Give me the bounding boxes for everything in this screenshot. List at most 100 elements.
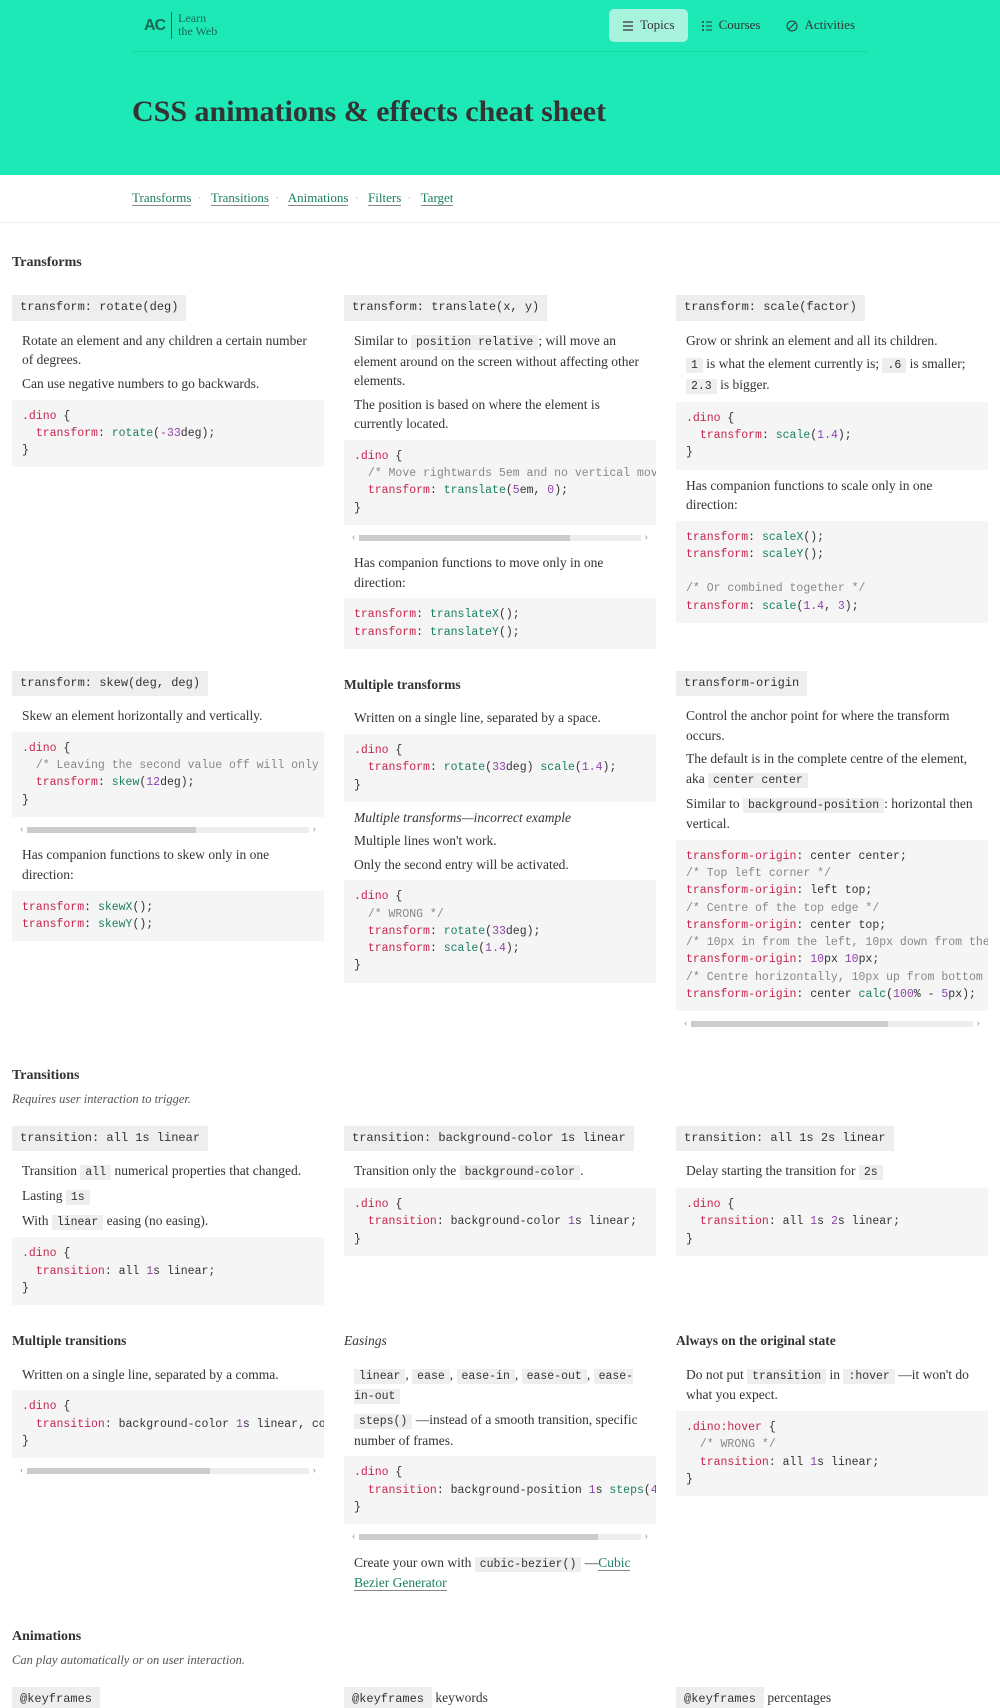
transitions-grid: transition: all 1s linear Transition all…: [12, 1126, 988, 1597]
card-desc: Written on a single line, separated by a…: [22, 1365, 314, 1385]
card-desc: Similar to background-position: horizont…: [686, 794, 978, 834]
card-desc: linear, ease, ease-in, ease-out, ease-in…: [354, 1365, 646, 1406]
card-title: Multiple transitions: [12, 1327, 134, 1355]
code-block: .dino { transition: all 1s linear; }: [12, 1237, 324, 1305]
circle-slash-icon: [786, 19, 798, 31]
section-animations-sub: Can play automatically or on user intera…: [12, 1651, 988, 1669]
toc: Transforms· Transitions· Animations· Fil…: [0, 175, 1000, 223]
code-block[interactable]: .dino { /* Leaving the second value off …: [12, 732, 324, 817]
code-block: .dino { /* WRONG */ transform: rotate(33…: [344, 880, 656, 982]
card-title: transform: rotate(deg): [12, 295, 186, 320]
nav-courses[interactable]: Courses: [688, 9, 774, 42]
card-title: Easings: [344, 1327, 395, 1355]
card-desc: Do not put transition in :hover —it won'…: [686, 1365, 978, 1405]
card-desc: Written on a single line, separated by a…: [354, 708, 646, 728]
card-desc: Similar to position relative; will move …: [354, 331, 646, 391]
page-title: CSS animations & effects cheat sheet: [132, 52, 868, 176]
card-translate: transform: translate(x, y) Similar to po…: [344, 295, 656, 654]
menu-icon: [622, 19, 634, 31]
nav-activities[interactable]: Activities: [773, 9, 868, 42]
toc-target[interactable]: Target: [421, 190, 454, 206]
card-title: transform: translate(x, y): [344, 295, 547, 320]
card-desc: The position is based on where the eleme…: [354, 395, 646, 434]
code-block: .dino { transform: rotate(33deg) scale(1…: [344, 734, 656, 802]
card-desc: Create your own with cubic-bezier() —Cub…: [354, 1553, 646, 1593]
code-block[interactable]: .dino { transition: background-position …: [344, 1456, 656, 1524]
card-title: transition: background-color 1s linear: [344, 1126, 634, 1151]
card-desc: Has companion functions to skew only in …: [22, 845, 314, 884]
code-block: .dino { transition: background-color 1s …: [344, 1188, 656, 1256]
code-block: transform: skewX(); transform: skewY();: [12, 891, 324, 942]
card-desc: Only the second entry will be activated.: [354, 855, 646, 875]
card-desc: 1 is what the element currently is; .6 i…: [686, 354, 978, 395]
code-block: .dino:hover { /* WRONG */ transition: al…: [676, 1411, 988, 1496]
card-transition-bg: transition: background-color 1s linear T…: [344, 1126, 656, 1262]
card-desc: Grow or shrink an element and all its ch…: [686, 331, 978, 351]
card-skew: transform: skew(deg, deg) Skew an elemen…: [12, 671, 324, 947]
card-transition-all: transition: all 1s linear Transition all…: [12, 1126, 324, 1311]
section-animations-heading: Animations: [12, 1597, 988, 1651]
card-multiple-transforms: Multiple transforms Written on a single …: [344, 671, 656, 989]
top-nav: AC Learn the Web Topics Courses Activit: [132, 0, 868, 52]
toc-transitions[interactable]: Transitions: [211, 190, 269, 206]
card-desc: Control the anchor point for where the t…: [686, 706, 978, 745]
code-block: transform: translateX(); transform: tran…: [344, 598, 656, 649]
card-title: transform: skew(deg, deg): [12, 671, 208, 696]
toc-transforms[interactable]: Transforms: [132, 190, 191, 206]
code-block: .dino { transform: rotate(-33deg); }: [12, 400, 324, 468]
card-note: Multiple transforms—incorrect example: [354, 808, 646, 828]
card-title: transform: scale(factor): [676, 295, 865, 320]
card-transition-delay: transition: all 1s 2s linear Delay start…: [676, 1126, 988, 1262]
code-block: .dino { transition: all 1s 2s linear; }: [676, 1188, 988, 1256]
toc-filters[interactable]: Filters: [368, 190, 401, 206]
card-title: @keyframes percentages: [676, 1687, 988, 1708]
card-desc: Skew an element horizontally and vertica…: [22, 706, 314, 726]
scroll-indicator[interactable]: ‹›: [676, 1017, 988, 1036]
scroll-indicator[interactable]: ‹›: [12, 823, 324, 842]
nav-label: Courses: [719, 16, 761, 35]
card-title: transition: all 1s 2s linear: [676, 1126, 894, 1151]
card-title: @keyframes: [12, 1687, 100, 1708]
card-desc: Delay starting the transition for 2s: [686, 1161, 978, 1182]
nav-label: Topics: [640, 16, 674, 35]
toc-animations[interactable]: Animations: [288, 190, 349, 206]
card-transform-origin: transform-origin Control the anchor poin…: [676, 671, 988, 1036]
card-multiple-transitions: Multiple transitions Written on a single…: [12, 1327, 324, 1482]
logo-text: Learn the Web: [171, 12, 217, 38]
card-keyframes: @keyframes: [12, 1687, 324, 1708]
code-block: .dino { transform: scale(1.4); }: [676, 402, 988, 470]
card-rotate: transform: rotate(deg) Rotate an element…: [12, 295, 324, 473]
card-original-state: Always on the original state Do not put …: [676, 1327, 988, 1502]
scroll-indicator[interactable]: ‹›: [344, 531, 656, 550]
code-block[interactable]: transform-origin: center center; /* Top …: [676, 840, 988, 1011]
hero: AC Learn the Web Topics Courses Activit: [0, 0, 1000, 175]
card-title: transform-origin: [676, 671, 807, 696]
card-desc: Has companion functions to move only in …: [354, 553, 646, 592]
logo[interactable]: AC Learn the Web: [144, 12, 217, 38]
card-desc: Multiple lines won't work.: [354, 831, 646, 851]
card-easings: Easings linear, ease, ease-in, ease-out,…: [344, 1327, 656, 1597]
card-desc: Rotate an element and any children a cer…: [22, 331, 314, 370]
card-desc: Transition all numerical properties that…: [22, 1161, 314, 1182]
code-block[interactable]: .dino { /* Move rightwards 5em and no ve…: [344, 440, 656, 525]
card-keyframes-percentages: @keyframes percentages: [676, 1687, 988, 1708]
scroll-indicator[interactable]: ‹›: [344, 1530, 656, 1549]
code-block: transform: scaleX(); transform: scaleY()…: [676, 521, 988, 623]
scroll-indicator[interactable]: ‹›: [12, 1464, 324, 1483]
code-block[interactable]: .dino { transition: background-color 1s …: [12, 1390, 324, 1458]
card-title: Multiple transforms: [344, 671, 469, 699]
section-transitions-heading: Transitions: [12, 1036, 988, 1090]
card-desc: steps() —instead of a smooth transition,…: [354, 1410, 646, 1450]
card-desc: With linear easing (no easing).: [22, 1211, 314, 1232]
card-keyframes-keywords: @keyframes keywords: [344, 1687, 656, 1708]
card-desc: Transition only the background-color.: [354, 1161, 646, 1182]
nav-topics[interactable]: Topics: [609, 9, 687, 42]
card-desc: Can use negative numbers to go backwards…: [22, 374, 314, 394]
card-title: @keyframes keywords: [344, 1687, 656, 1708]
nav-label: Activities: [804, 16, 855, 35]
card-scale: transform: scale(factor) Grow or shrink …: [676, 295, 988, 628]
card-title: Always on the original state: [676, 1327, 844, 1355]
animations-grid: @keyframes @keyframes keywords @keyframe…: [12, 1687, 988, 1708]
transforms-grid: transform: rotate(deg) Rotate an element…: [12, 295, 988, 1035]
card-title: transition: all 1s linear: [12, 1126, 208, 1151]
